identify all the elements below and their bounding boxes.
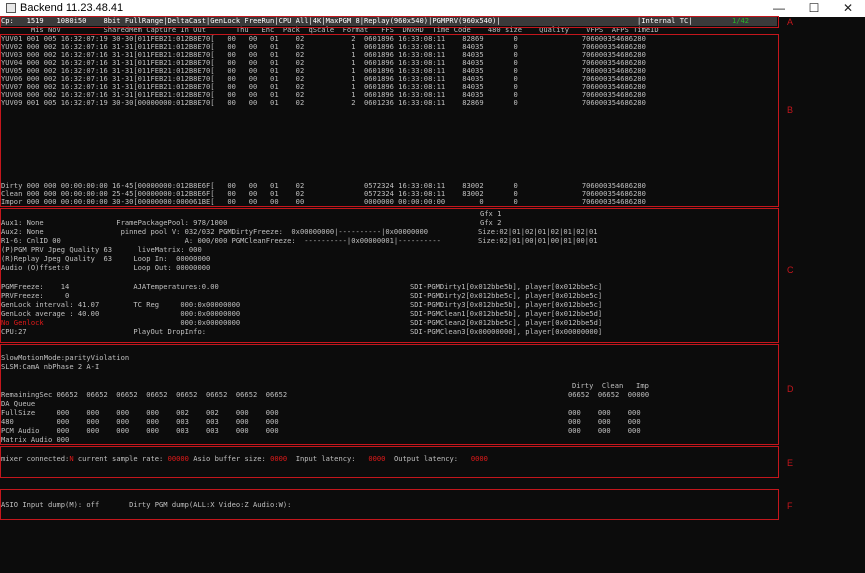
window-titlebar: Backend 11.23.48.41 — ☐ ✕ bbox=[0, 0, 865, 17]
console-area: Cp: 1519 1080i50 8bit FullRange|DeltaCas… bbox=[0, 16, 865, 573]
annotation-label-d: D bbox=[787, 384, 794, 394]
annotation-box-f bbox=[0, 489, 779, 520]
annotation-box-d bbox=[0, 344, 779, 445]
annotation-box-c bbox=[0, 208, 779, 343]
annotation-label-c: C bbox=[787, 265, 794, 275]
maximize-button[interactable]: ☐ bbox=[797, 0, 831, 17]
window-title: Backend 11.23.48.41 bbox=[20, 2, 124, 14]
annotation-label-e: E bbox=[787, 458, 794, 468]
close-button[interactable]: ✕ bbox=[831, 0, 865, 17]
minimize-button[interactable]: — bbox=[762, 0, 796, 17]
annotation-label-b: B bbox=[787, 105, 794, 115]
annotation-box-a bbox=[0, 16, 779, 28]
annotation-box-b bbox=[0, 34, 779, 207]
app-icon bbox=[6, 3, 16, 13]
annotation-label-a: A bbox=[787, 17, 794, 27]
annotation-box-e bbox=[0, 446, 779, 478]
annotation-label-f: F bbox=[787, 501, 793, 511]
